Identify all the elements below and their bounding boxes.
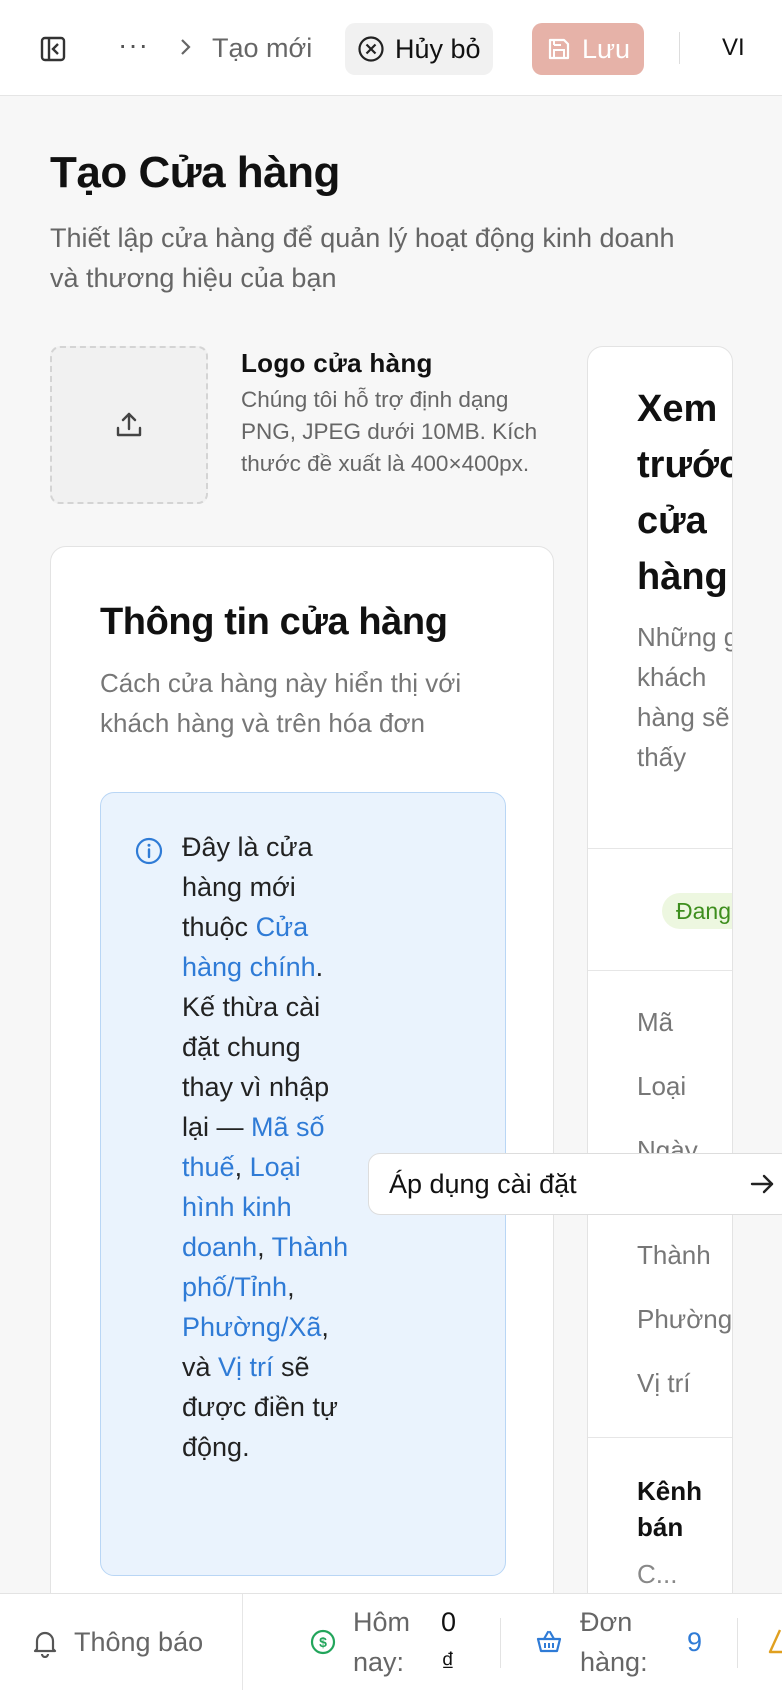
upload-icon <box>116 412 142 437</box>
save-button[interactable]: Lưu <box>532 23 644 75</box>
apply-settings-button[interactable]: Áp dụng cài đặt <box>368 1153 768 1215</box>
cancel-label: Hủy bỏ <box>395 33 481 64</box>
status-badge: Đang hoạt động <box>662 893 732 929</box>
today-value: 0 ₫ <box>441 1607 457 1677</box>
save-label: Lưu <box>581 33 631 64</box>
preview-divider <box>588 848 732 849</box>
location-link[interactable]: Vị trí <box>218 1352 274 1382</box>
notifications-label: Thông báo <box>74 1627 204 1657</box>
logo-description: Chúng tôi hỗ trợ định dạng PNG, JPEG dướ… <box>241 387 538 476</box>
topbar-divider <box>679 32 680 64</box>
svg-text:$: $ <box>319 1634 327 1650</box>
store-info-subtitle: Cách cửa hàng này hiển thị với khách hàn… <box>100 668 462 738</box>
bell-icon <box>33 1631 57 1658</box>
orders-value: 9 <box>687 1627 703 1657</box>
dollar-circle-icon: $ <box>310 1629 336 1655</box>
sidebar-toggle-icon[interactable] <box>38 34 68 64</box>
chevron-right-icon <box>181 39 191 55</box>
notice-sep-2: , <box>257 1232 272 1262</box>
top-bar: ··· Tạo mới Hủy bỏ Lưu VI <box>0 0 782 96</box>
preview-divider <box>588 970 732 971</box>
bottom-status-bar: Thông báo $ Hôm nay: 0 ₫ Đơn hàng: 9 <box>0 1593 782 1690</box>
breadcrumb-more[interactable]: ··· <box>118 30 149 60</box>
today-label: Hôm nay: <box>353 1607 411 1677</box>
arrow-right-icon <box>750 1174 774 1194</box>
notice-sep-3: , <box>287 1272 295 1302</box>
page-subtitle: Thiết lập cửa hàng để quản lý hoạt động … <box>50 223 675 293</box>
close-circle-icon <box>358 36 384 62</box>
status-divider <box>737 1618 738 1668</box>
info-icon <box>135 837 163 865</box>
page-title: Tạo Cửa hàng <box>50 148 340 197</box>
preview-row-type: Loại <box>637 1071 687 1101</box>
preview-channels-value: C... <box>637 1559 678 1589</box>
preview-channels-title: Kênh bán <box>637 1476 702 1542</box>
logo-upload-dropzone[interactable] <box>50 346 208 504</box>
status-divider <box>500 1618 501 1668</box>
basket-icon <box>536 1630 562 1653</box>
apply-settings-label: Áp dụng cài đặt <box>389 1169 577 1199</box>
notifications-button[interactable]: Thông báo <box>0 1594 243 1690</box>
orders-label: Đơn hàng: <box>580 1607 648 1677</box>
warning-icon <box>768 1629 782 1654</box>
preview-subtitle: Những gì khách hàng sẽ thấy <box>637 622 732 772</box>
store-info-card: Thông tin cửa hàng Cách cửa hàng này hiể… <box>50 546 554 1690</box>
logo-title: Logo cửa hàng <box>241 348 433 378</box>
apply-arrow-button[interactable] <box>733 1153 782 1215</box>
notice-sep-1: , <box>234 1152 250 1182</box>
preview-row-code: Mã <box>637 1007 674 1037</box>
preview-divider <box>588 1437 732 1438</box>
preview-row-city: Thành <box>637 1240 711 1270</box>
notice-text: Đây là cửa hàng mới thuộc Cửa hàng chính… <box>182 827 352 1467</box>
cancel-button[interactable]: Hủy bỏ <box>345 23 493 75</box>
save-icon <box>548 38 570 60</box>
language-switcher[interactable]: VI <box>722 34 745 62</box>
store-info-title: Thông tin cửa hàng <box>100 601 448 643</box>
preview-title: Xem trước cửa hàng <box>637 388 733 598</box>
breadcrumb-current: Tạo mới <box>212 33 313 63</box>
preview-row-location: Vị trí <box>637 1368 691 1398</box>
store-preview-card: Xem trước cửa hàng Những gì khách hàng s… <box>587 346 733 1690</box>
ward-link[interactable]: Phường/Xã <box>182 1312 321 1342</box>
preview-row-ward: Phường <box>637 1304 733 1334</box>
